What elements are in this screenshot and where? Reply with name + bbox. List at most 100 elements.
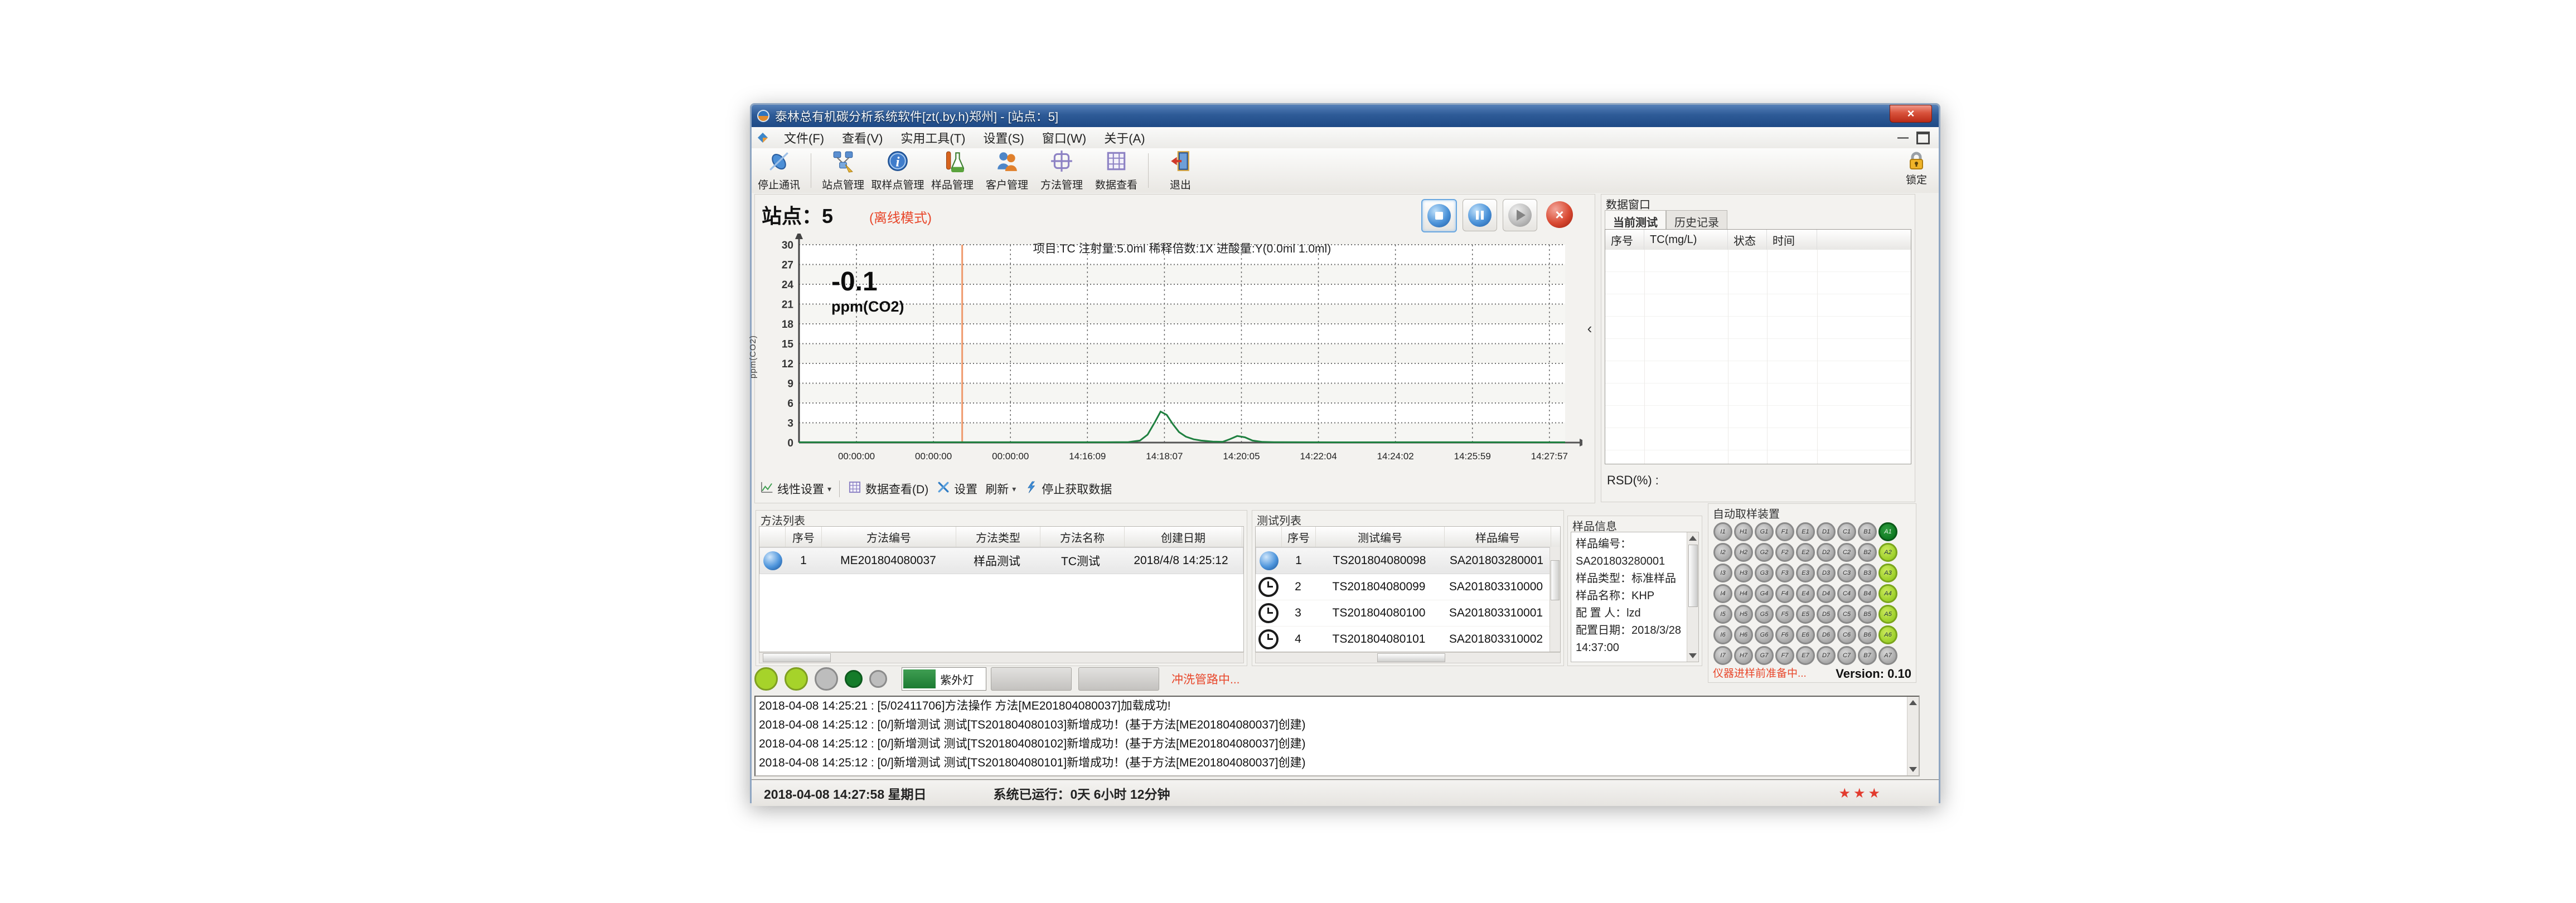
menu-item-0[interactable]: 文件(F) xyxy=(775,127,833,149)
vial-F3[interactable]: F3 xyxy=(1775,564,1794,582)
column-header[interactable]: 测试编号 xyxy=(1316,527,1445,547)
vial-E7[interactable]: E7 xyxy=(1796,646,1815,665)
results-column-header[interactable]: 时间 xyxy=(1767,230,1817,250)
event-log[interactable]: 2018-04-08 14:25:21 : [5/02411706]方法操作 方… xyxy=(754,696,1920,776)
vial-F1[interactable]: F1 xyxy=(1775,522,1794,541)
vial-D4[interactable]: D4 xyxy=(1817,584,1836,603)
vial-I1[interactable]: I1 xyxy=(1713,522,1732,541)
vial-E5[interactable]: E5 xyxy=(1796,605,1815,624)
menu-item-2[interactable]: 实用工具(T) xyxy=(892,127,974,149)
table-row[interactable]: 1ME201804080037样品测试TC测试2018/4/8 14:25:12 xyxy=(759,547,1243,574)
title-bar[interactable]: 泰林总有机碳分析系统软件[zt(.by.h)郑州] - [站点：5] × xyxy=(752,105,1939,127)
vial-H1[interactable]: H1 xyxy=(1734,522,1753,541)
vial-F5[interactable]: F5 xyxy=(1775,605,1794,624)
vial-A7[interactable]: A7 xyxy=(1878,646,1897,665)
abort-button[interactable]: × xyxy=(1543,199,1576,230)
menu-item-5[interactable]: 关于(A) xyxy=(1095,127,1154,149)
chart-toolbar-1[interactable]: 数据查看(D) xyxy=(848,480,928,498)
vial-E4[interactable]: E4 xyxy=(1796,584,1815,603)
mdi-restore-button[interactable] xyxy=(1916,132,1930,144)
play-button[interactable] xyxy=(1503,199,1537,231)
table-row[interactable]: 2TS201804080099SA201803310000 xyxy=(1256,574,1560,600)
vial-F7[interactable]: F7 xyxy=(1775,646,1794,665)
vial-E6[interactable]: E6 xyxy=(1796,625,1815,644)
chart-toolbar-2[interactable]: 设置 xyxy=(936,480,977,498)
menu-item-4[interactable]: 窗口(W) xyxy=(1033,127,1095,149)
vial-H7[interactable]: H7 xyxy=(1734,646,1753,665)
vial-C5[interactable]: C5 xyxy=(1837,605,1856,624)
results-column-header[interactable]: 序号 xyxy=(1605,230,1644,250)
vial-A6[interactable]: A6 xyxy=(1878,625,1897,644)
vial-D5[interactable]: D5 xyxy=(1817,605,1836,624)
vial-G5[interactable]: G5 xyxy=(1755,605,1774,624)
chevron-down-icon[interactable]: ▾ xyxy=(1012,484,1016,494)
chevron-down-icon[interactable]: ▾ xyxy=(827,484,831,494)
vial-G3[interactable]: G3 xyxy=(1755,564,1774,582)
vial-H2[interactable]: H2 xyxy=(1734,543,1753,562)
results-column-header[interactable]: TC(mg/L) xyxy=(1644,230,1728,250)
vial-B1[interactable]: B1 xyxy=(1858,522,1877,541)
vial-G2[interactable]: G2 xyxy=(1755,543,1774,562)
vial-B7[interactable]: B7 xyxy=(1858,646,1877,665)
vial-B5[interactable]: B5 xyxy=(1858,605,1877,624)
vial-D6[interactable]: D6 xyxy=(1817,625,1836,644)
toolbar-button-样品管理[interactable]: 样品管理 xyxy=(925,150,980,191)
stop-button[interactable] xyxy=(1421,199,1457,232)
mdi-minimize-button[interactable]: — xyxy=(1897,132,1909,144)
toolbar-button-退出[interactable]: 退出 xyxy=(1153,150,1208,191)
vial-C6[interactable]: C6 xyxy=(1837,625,1856,644)
vial-C1[interactable]: C1 xyxy=(1837,522,1856,541)
scroll-down-icon[interactable] xyxy=(1909,767,1917,772)
vial-C4[interactable]: C4 xyxy=(1837,584,1856,603)
vial-F2[interactable]: F2 xyxy=(1775,543,1794,562)
vial-C3[interactable]: C3 xyxy=(1837,564,1856,582)
column-header[interactable]: 序号 xyxy=(786,527,822,547)
vial-H3[interactable]: H3 xyxy=(1734,564,1753,582)
column-header[interactable]: 序号 xyxy=(1282,527,1316,547)
vial-I4[interactable]: I4 xyxy=(1713,584,1732,603)
vial-D2[interactable]: D2 xyxy=(1817,543,1836,562)
vial-H5[interactable]: H5 xyxy=(1734,605,1753,624)
vial-B3[interactable]: B3 xyxy=(1858,564,1877,582)
method-table[interactable]: 序号方法编号方法类型方法名称创建日期1ME201804080037样品测试TC测… xyxy=(759,526,1244,652)
vial-B4[interactable]: B4 xyxy=(1858,584,1877,603)
vial-F4[interactable]: F4 xyxy=(1775,584,1794,603)
vial-A5[interactable]: A5 xyxy=(1878,605,1897,624)
vial-E3[interactable]: E3 xyxy=(1796,564,1815,582)
vial-C2[interactable]: C2 xyxy=(1837,543,1856,562)
results-table-body[interactable] xyxy=(1605,250,1911,464)
vial-B2[interactable]: B2 xyxy=(1858,543,1877,562)
vial-I2[interactable]: I2 xyxy=(1713,543,1732,562)
vial-D3[interactable]: D3 xyxy=(1817,564,1836,582)
vial-H4[interactable]: H4 xyxy=(1734,584,1753,603)
vial-D7[interactable]: D7 xyxy=(1817,646,1836,665)
toolbar-button-站点管理[interactable]: 站点管理 xyxy=(816,150,870,191)
collapse-panel-button[interactable]: ‹ xyxy=(1585,317,1595,339)
vial-A1[interactable]: A1 xyxy=(1878,522,1897,541)
vial-H6[interactable]: H6 xyxy=(1734,625,1753,644)
scroll-up-icon[interactable] xyxy=(1909,700,1917,705)
vial-A3[interactable]: A3 xyxy=(1878,564,1897,582)
toolbar-button-数据查看[interactable]: 数据查看 xyxy=(1089,150,1144,191)
toolbar-button-方法管理[interactable]: 方法管理 xyxy=(1034,150,1089,191)
chart-toolbar-4[interactable]: 停止获取数据 xyxy=(1024,480,1112,498)
vial-I3[interactable]: I3 xyxy=(1713,564,1732,582)
sample-info-scrollbar[interactable] xyxy=(1687,532,1698,662)
table-row[interactable]: 1TS201804080098SA201803280001 xyxy=(1256,547,1560,574)
pause-button[interactable] xyxy=(1463,199,1497,231)
column-header[interactable]: 方法编号 xyxy=(822,527,956,547)
vial-C7[interactable]: C7 xyxy=(1837,646,1856,665)
vial-I6[interactable]: I6 xyxy=(1713,625,1732,644)
column-header[interactable]: 方法名称 xyxy=(1040,527,1125,547)
vial-I7[interactable]: I7 xyxy=(1713,646,1732,665)
test-table-hscrollbar[interactable] xyxy=(1255,652,1561,663)
vial-B6[interactable]: B6 xyxy=(1858,625,1877,644)
vial-G6[interactable]: G6 xyxy=(1755,625,1774,644)
table-row[interactable]: 4TS201804080101SA201803310002 xyxy=(1256,627,1560,652)
test-table[interactable]: 序号测试编号样品编号 1TS201804080098SA201803280001… xyxy=(1255,526,1561,652)
chart-toolbar-3[interactable]: 刷新▾ xyxy=(985,480,1016,497)
vial-E1[interactable]: E1 xyxy=(1796,522,1815,541)
toolbar-button-停止通讯[interactable]: 停止通讯 xyxy=(752,150,806,191)
vial-G7[interactable]: G7 xyxy=(1755,646,1774,665)
column-header[interactable]: 方法类型 xyxy=(956,527,1040,547)
